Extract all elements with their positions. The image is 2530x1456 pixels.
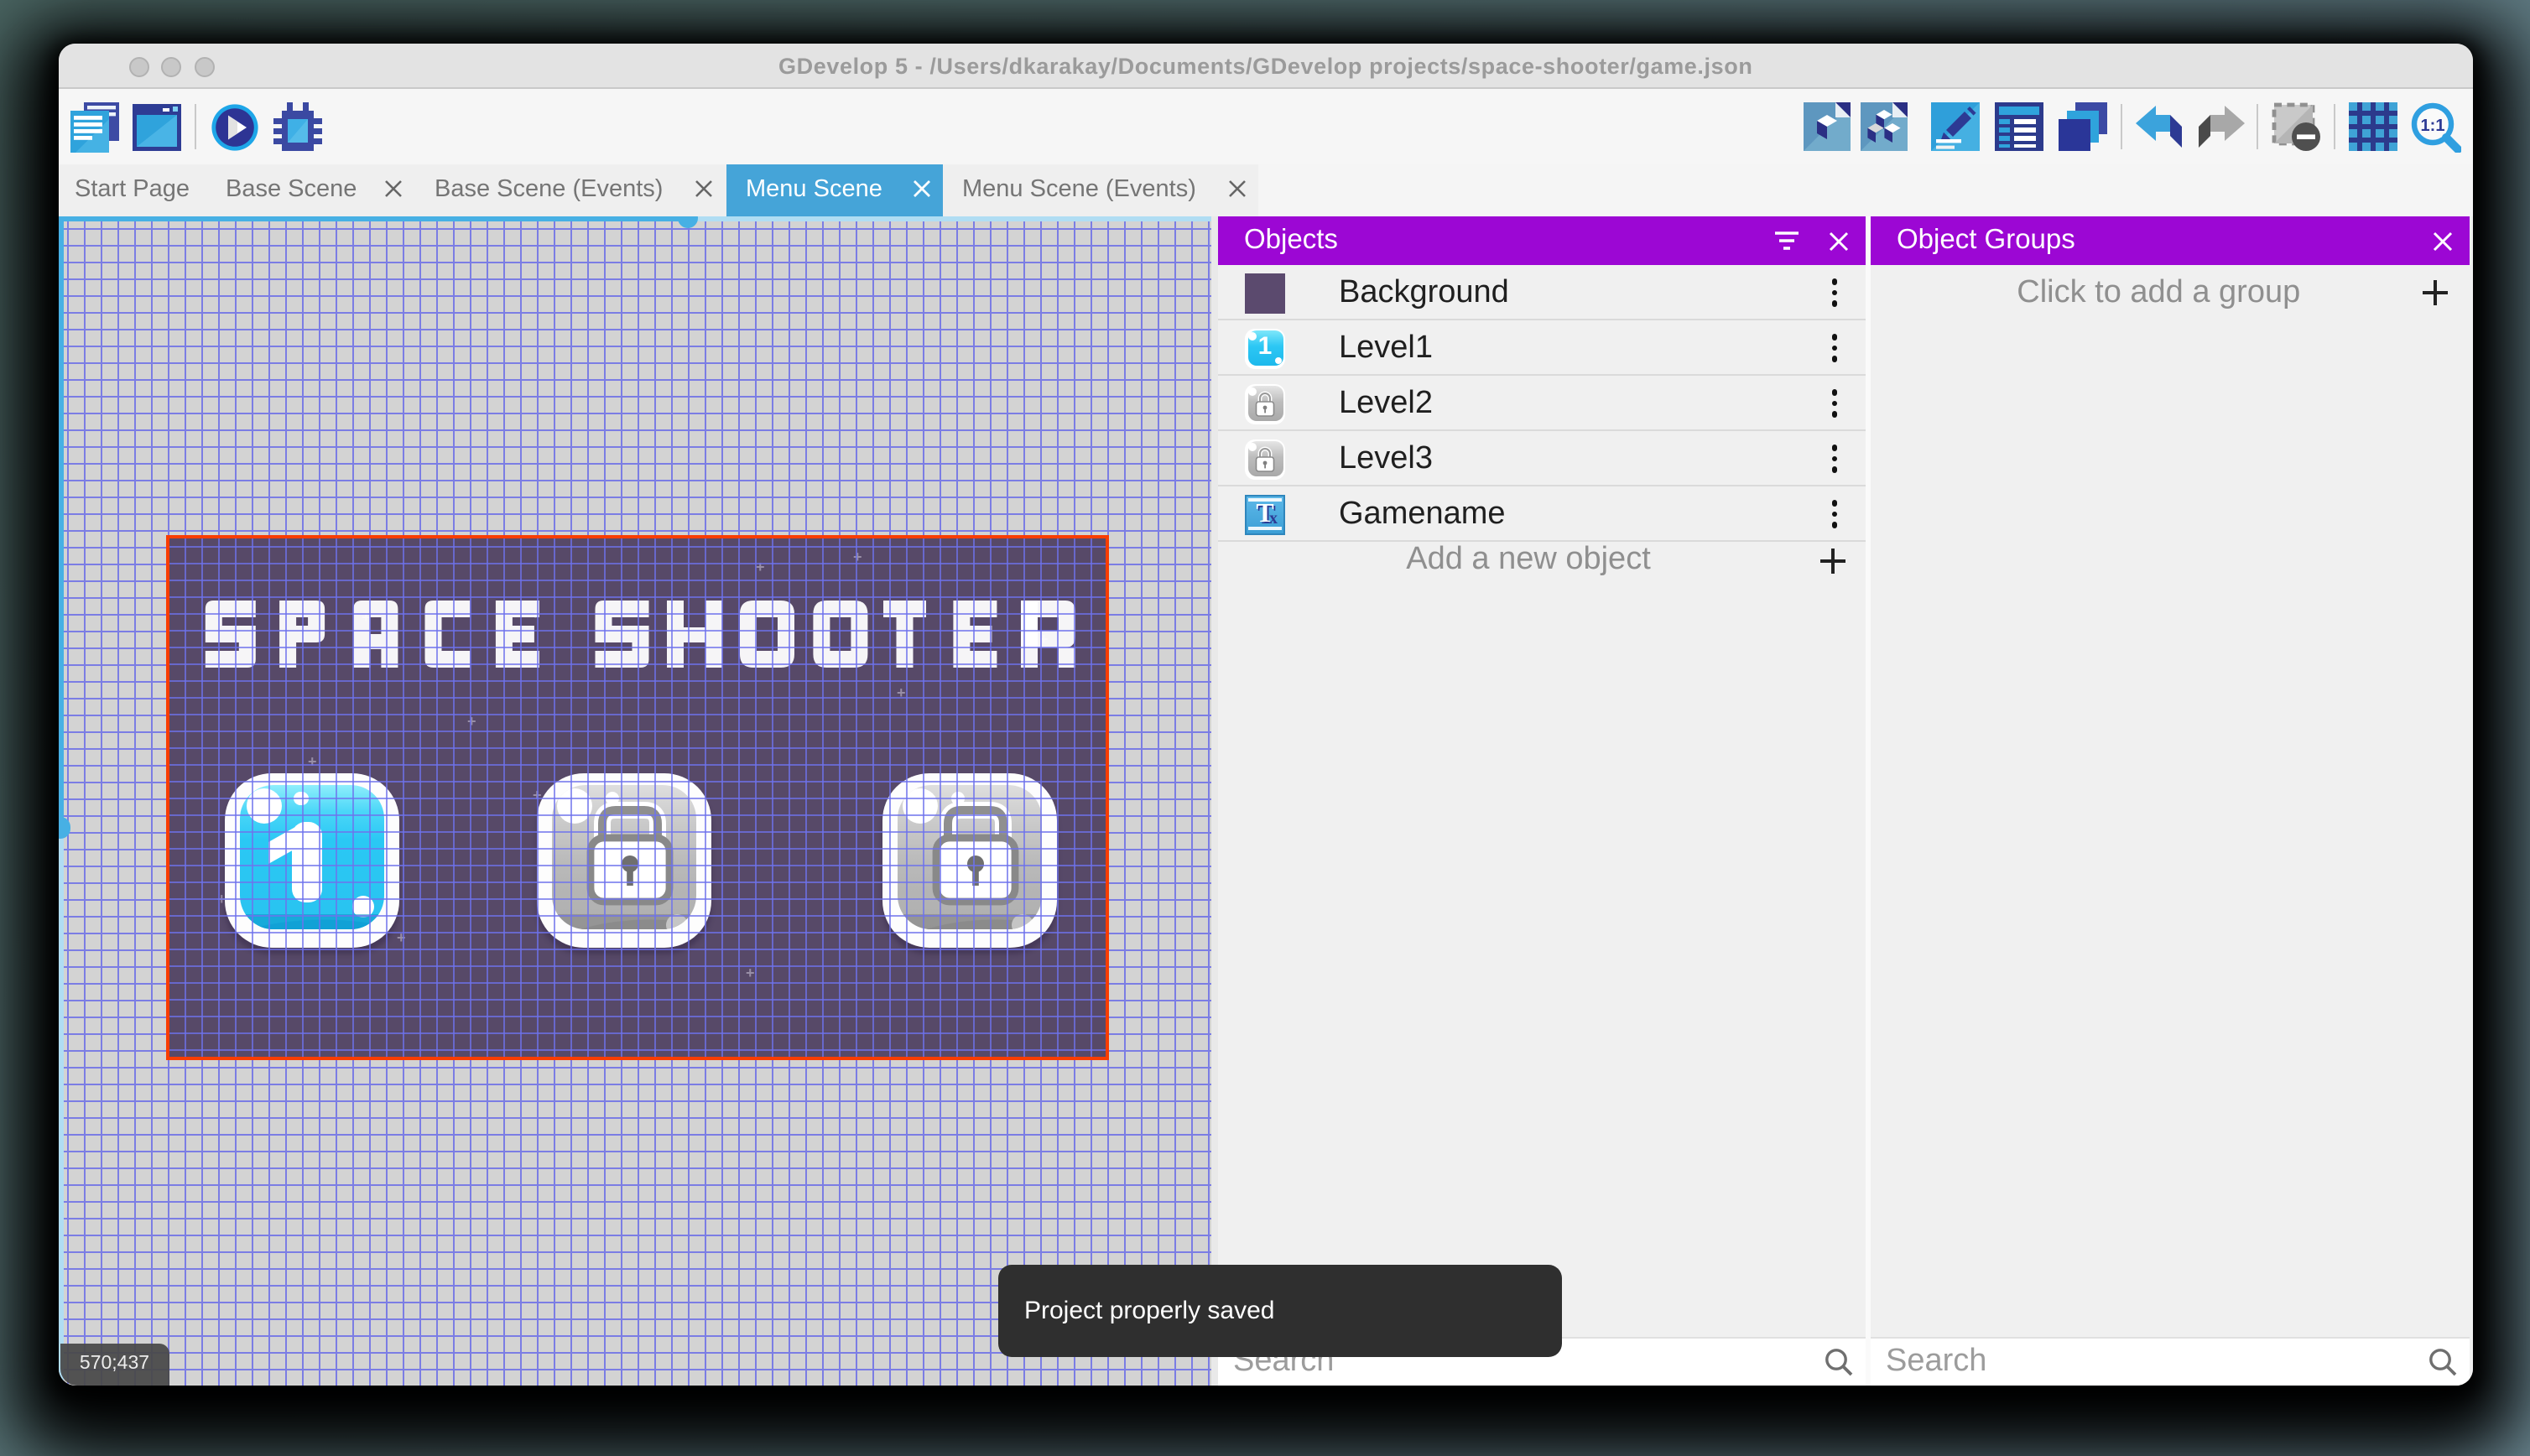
svg-text:1:1: 1:1 <box>2421 116 2445 134</box>
